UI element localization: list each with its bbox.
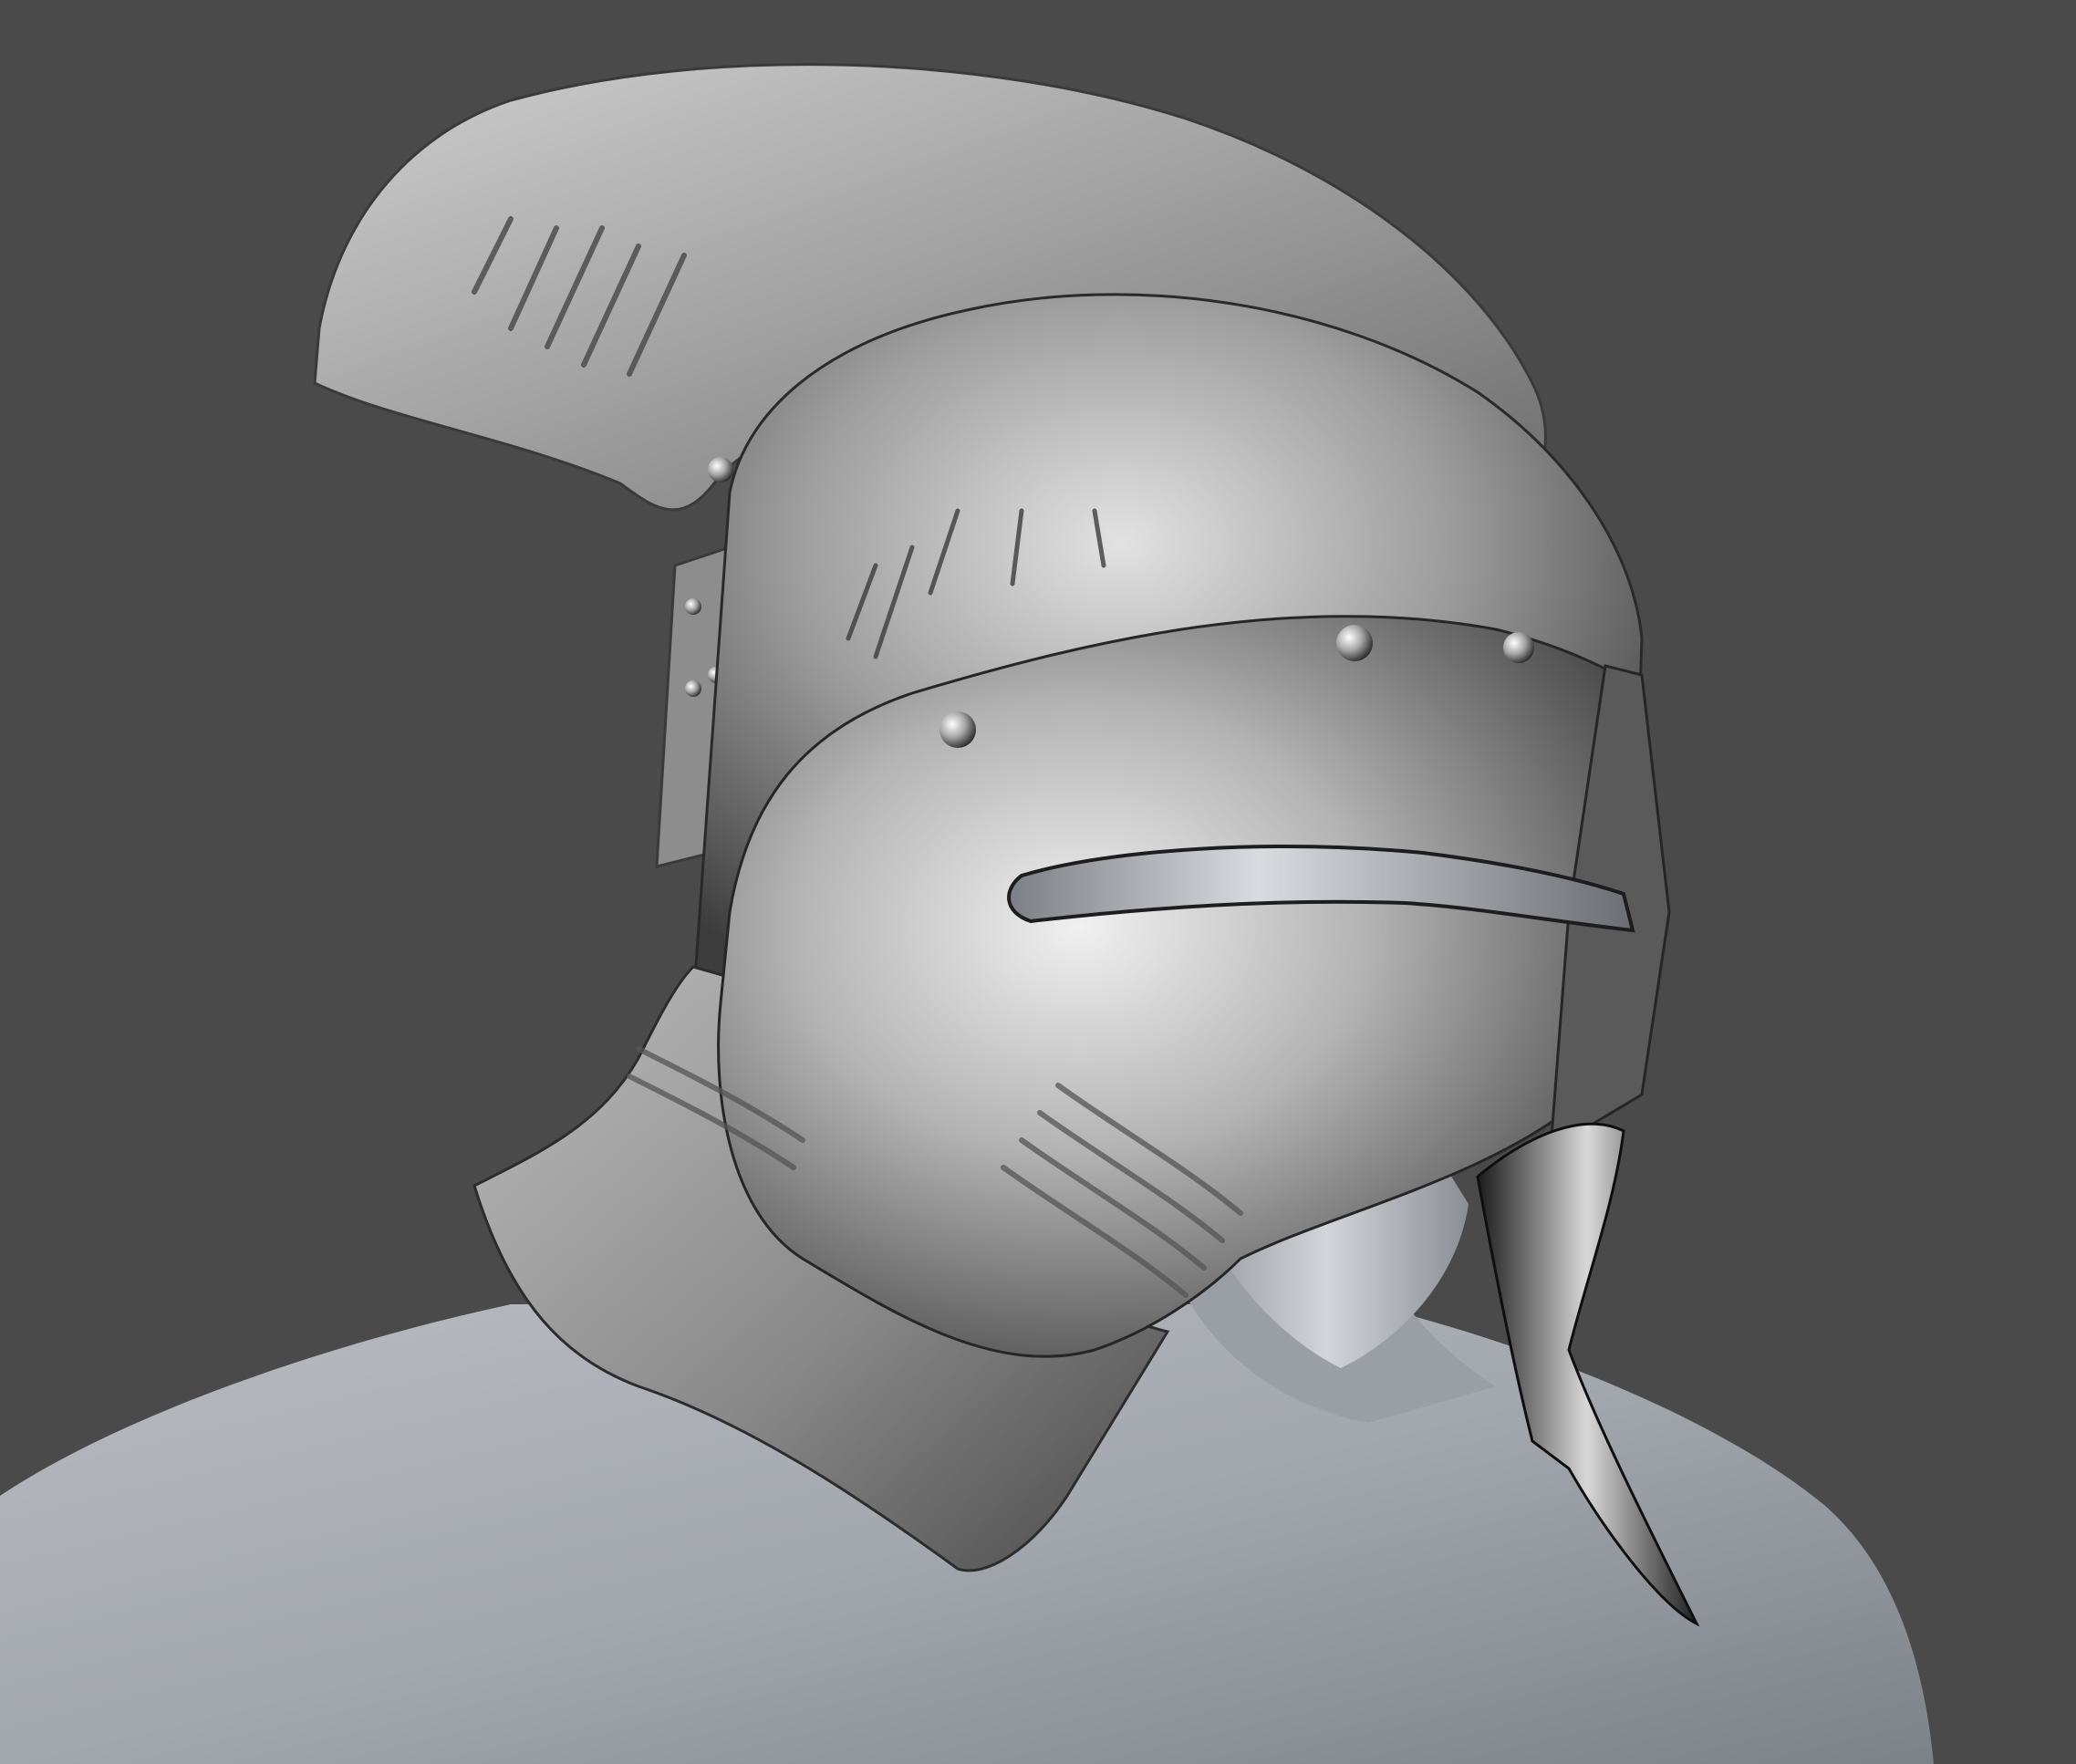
strap-rivet <box>685 598 701 615</box>
viewport <box>0 0 2076 1764</box>
crest-rivet <box>708 457 733 483</box>
visor-rivet <box>1336 625 1373 661</box>
helmet-render <box>0 0 2076 1764</box>
strap-rivet <box>685 680 701 697</box>
visor-rivet <box>1503 632 1534 663</box>
visor-rivet <box>939 711 976 748</box>
